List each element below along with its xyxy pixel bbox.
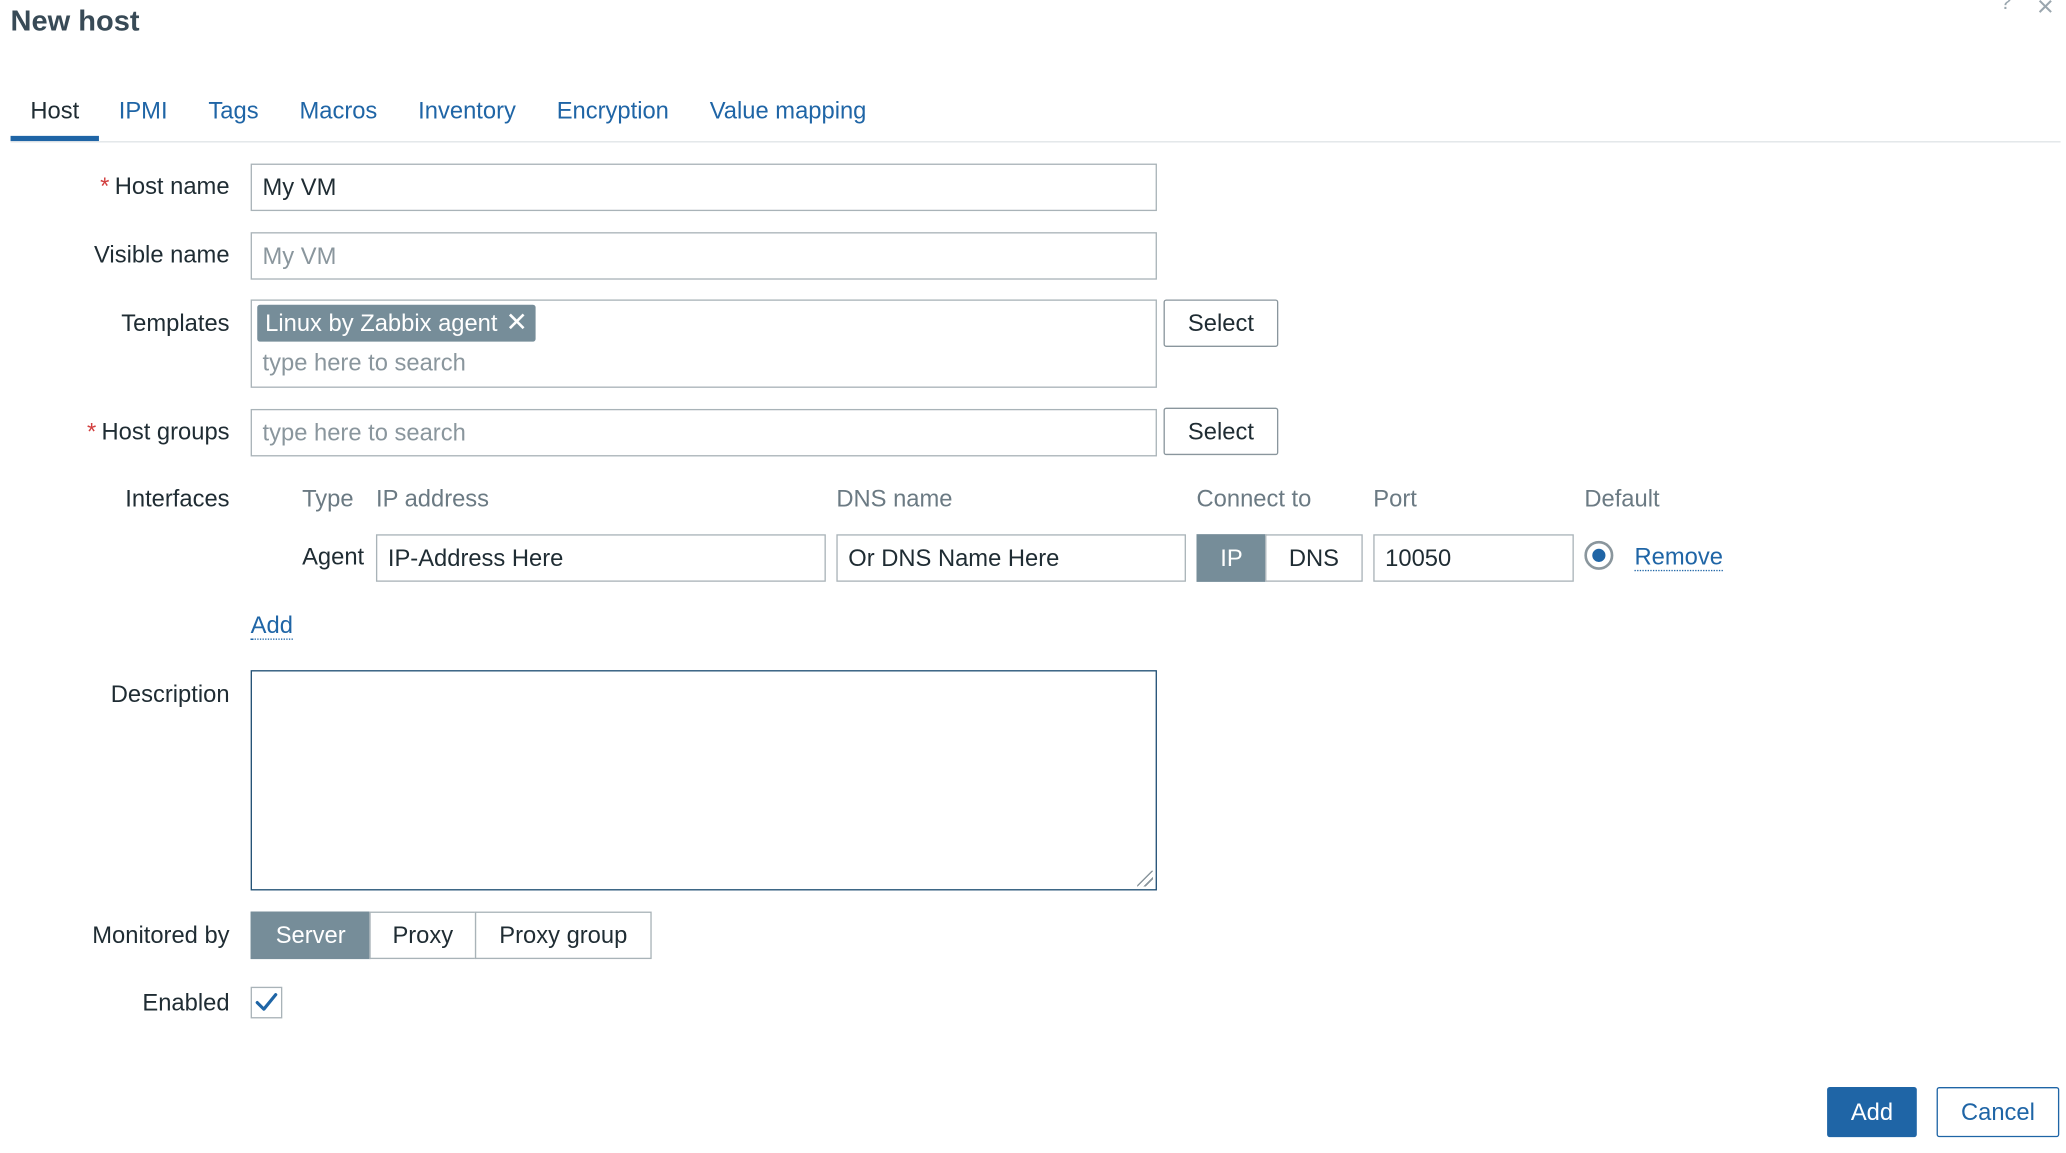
template-chip-label: Linux by Zabbix agent — [265, 310, 498, 337]
templates-select-button[interactable]: Select — [1163, 299, 1279, 347]
tabs-divider — [10, 141, 2061, 143]
interface-dns-input[interactable]: Or DNS Name Here — [836, 534, 1186, 582]
templates-search-placeholder[interactable]: type here to search — [263, 350, 466, 378]
host-groups-label: * Host groups — [86, 418, 230, 445]
visible-name-label: Visible name — [94, 241, 230, 268]
monitored-by-proxy-group[interactable]: Proxy group — [474, 911, 652, 960]
interface-remove-link[interactable]: Remove — [1634, 544, 1723, 572]
close-icon[interactable]: ✕ — [506, 305, 528, 342]
template-chip: Linux by Zabbix agent ✕ — [257, 304, 536, 342]
interface-port-input[interactable]: 10050 — [1373, 534, 1574, 582]
close-icon[interactable]: × — [2037, 0, 2054, 24]
monitored-by-label: Monitored by — [92, 922, 230, 949]
interfaces-col-dns: DNS name — [836, 485, 953, 512]
monitored-by-proxy[interactable]: Proxy — [369, 911, 477, 960]
description-textarea[interactable] — [250, 670, 1157, 891]
templates-label: Templates — [121, 310, 230, 337]
interfaces-col-default: Default — [1584, 485, 1660, 512]
interfaces-label: Interfaces — [125, 485, 230, 512]
add-button[interactable]: Add — [1827, 1087, 1917, 1138]
visible-name-input[interactable]: My VM — [250, 232, 1157, 280]
connect-to-dns[interactable]: DNS — [1265, 534, 1363, 582]
description-label: Description — [110, 680, 230, 708]
resize-handle-icon[interactable] — [1137, 870, 1153, 887]
required-marker: * — [86, 418, 97, 445]
interface-add-link[interactable]: Add — [250, 612, 293, 640]
interface-type: Agent — [302, 543, 365, 570]
enabled-checkbox[interactable] — [250, 986, 283, 1019]
required-marker: * — [100, 172, 110, 200]
connect-to-ip[interactable]: IP — [1196, 534, 1267, 582]
checkmark-icon — [255, 993, 278, 1011]
interfaces-col-connect: Connect to — [1196, 485, 1312, 512]
monitored-by-server[interactable]: Server — [250, 911, 371, 960]
dialog-title: New host — [10, 3, 140, 37]
enabled-label: Enabled — [142, 989, 230, 1016]
tab-tags[interactable]: Tags — [208, 82, 258, 140]
tab-ipmi[interactable]: IPMI — [119, 82, 168, 140]
interfaces-col-ip: IP address — [375, 485, 490, 512]
interfaces-col-port: Port — [1373, 485, 1417, 512]
tab-encryption[interactable]: Encryption — [557, 82, 669, 140]
host-groups-input[interactable]: type here to search — [250, 408, 1157, 457]
interface-ip-input[interactable]: IP-Address Here — [375, 534, 826, 582]
interface-default-radio[interactable] — [1584, 540, 1614, 570]
host-groups-select-button[interactable]: Select — [1163, 407, 1279, 456]
help-icon[interactable]: ? — [2000, 0, 2012, 16]
tab-inventory[interactable]: Inventory — [418, 82, 516, 140]
interfaces-col-type: Type — [302, 485, 354, 512]
host-name-input[interactable]: My VM — [250, 163, 1157, 212]
cancel-button[interactable]: Cancel — [1936, 1087, 2060, 1138]
tab-host[interactable]: Host — [30, 82, 79, 140]
tab-value-mapping[interactable]: Value mapping — [710, 82, 867, 140]
visible-name-placeholder: My VM — [262, 242, 337, 270]
host-groups-placeholder: type here to search — [262, 419, 466, 446]
tab-macros[interactable]: Macros — [299, 82, 377, 140]
host-name-label: * Host name — [100, 172, 230, 200]
